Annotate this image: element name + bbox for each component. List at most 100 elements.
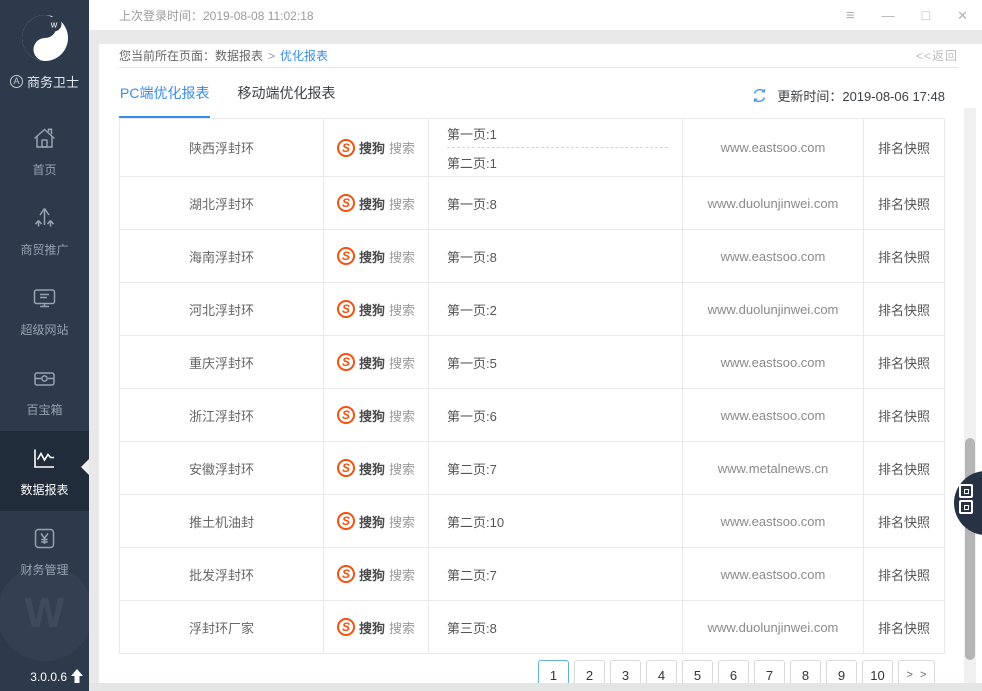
engine-name-light: 搜索 — [389, 302, 416, 318]
upgrade-arrow-icon[interactable] — [70, 669, 84, 684]
sogou-icon: S — [336, 459, 355, 477]
rank-page-cell: 第一页:8 — [429, 230, 683, 282]
snapshot-link[interactable]: 排名快照 — [878, 512, 930, 531]
rank-page-cell: 第二页:7 — [429, 442, 683, 494]
scrollbar-thumb[interactable] — [965, 438, 975, 660]
back-link[interactable]: <<返回 — [916, 47, 958, 64]
site-cell: www.eastsoo.com — [683, 495, 864, 547]
monitor-icon — [31, 285, 58, 312]
snapshot-cell: 排名快照 — [864, 119, 944, 176]
engine-cell: S 搜狗 搜索 — [324, 230, 429, 282]
tab-pc-report[interactable]: PC端优化报表 — [119, 69, 211, 118]
snapshot-link[interactable]: 排名快照 — [878, 300, 930, 319]
engine-cell: S 搜狗 搜索 — [324, 442, 429, 494]
engine-name-light: 搜索 — [389, 620, 416, 636]
snapshot-link[interactable]: 排名快照 — [878, 618, 930, 637]
engine-name-light: 搜索 — [389, 408, 416, 424]
engine-cell: S 搜狗 搜索 — [324, 548, 429, 600]
scrollbar-track[interactable] — [964, 108, 976, 683]
snapshot-cell: 排名快照 — [864, 177, 944, 229]
engine-name-light: 搜索 — [389, 461, 416, 477]
engine-name-bold: 搜狗 — [358, 141, 385, 156]
engine-name-bold: 搜狗 — [358, 461, 385, 477]
snapshot-link[interactable]: 排名快照 — [878, 406, 930, 425]
toolbox-icon — [31, 365, 58, 392]
sidebar-nav: 首页 商贸推广 超级网站 百宝箱数据报表财务管理 — [0, 111, 89, 591]
sidebar-item-reports[interactable]: 数据报表 — [0, 431, 89, 511]
engine-cell: S 搜狗 搜索 — [324, 601, 429, 653]
rank-page-line: 第一页:8 — [447, 196, 497, 212]
rank-page-cell: 第三页:8 — [429, 601, 683, 653]
keyword-cell: 浙江浮封环 — [120, 389, 324, 441]
qr-code-icon — [959, 484, 973, 516]
rank-page-line: 第二页:10 — [447, 514, 505, 530]
finance-icon — [31, 525, 58, 552]
sidebar-item-website[interactable]: 超级网站 — [0, 271, 89, 351]
sidebar: w A 商务卫士 首页 商贸推广 超级网站 百宝箱 数据报表 财务管理 W 3.0.0.6 — [0, 0, 89, 691]
table-row: 重庆浮封环 S 搜狗 搜索 第一页:5 www.eastsoo.com 排名快照 — [120, 336, 944, 389]
site-cell: www.duolunjinwei.com — [683, 283, 864, 335]
keyword-cell: 湖北浮封环 — [120, 177, 324, 229]
engine-name-bold: 搜狗 — [358, 620, 385, 636]
app-window: { "window": { "last_login": "上次登录时间：2019… — [0, 0, 982, 691]
keyword-cell: 批发浮封环 — [120, 548, 324, 600]
rank-page-line: 第二页:7 — [447, 567, 497, 583]
engine-name-bold: 搜狗 — [358, 567, 385, 583]
watermark-letter: W — [24, 589, 65, 636]
last-login-text: 上次登录时间：2019-08-08 11:02:18 — [119, 8, 314, 23]
site-cell: www.eastsoo.com — [683, 389, 864, 441]
keyword-cell: 安徽浮封环 — [120, 442, 324, 494]
sidebar-item-promote[interactable]: 商贸推广 — [0, 191, 89, 271]
update-time-label: 更新时间：2019-08-06 17:48 — [777, 89, 945, 104]
keyword-cell: 河北浮封环 — [120, 283, 324, 335]
bottom-strip — [89, 683, 982, 691]
rank-page-cell: 第一页:1 第二页:1 — [429, 119, 683, 176]
ranking-table: 陕西浮封环 S 搜狗 搜索 第一页:1 第二页:1 www.eastsoo.com 排名快照湖… — [119, 118, 945, 654]
snapshot-link[interactable]: 排名快照 — [878, 459, 930, 478]
maximize-icon[interactable]: □ — [922, 8, 930, 22]
minimize-icon[interactable]: — — [882, 9, 895, 22]
brand-name: 商务卫士 — [26, 75, 79, 90]
snapshot-cell: 排名快照 — [864, 283, 944, 335]
snapshot-cell: 排名快照 — [864, 601, 944, 653]
site-cell: www.eastsoo.com — [683, 548, 864, 600]
site-cell: www.eastsoo.com — [683, 230, 864, 282]
close-icon[interactable]: ✕ — [957, 9, 968, 22]
engine-cell: S 搜狗 搜索 — [324, 336, 429, 388]
tab-mobile-report[interactable]: 移动端优化报表 — [236, 69, 336, 118]
site-cell: www.duolunjinwei.com — [683, 601, 864, 653]
breadcrumb-prefix: 您当前所在页面： — [119, 49, 216, 63]
engine-cell: S 搜狗 搜索 — [324, 389, 429, 441]
sogou-icon: S — [336, 247, 355, 265]
update-time-box: 更新时间：2019-08-06 17:48 — [751, 86, 945, 118]
promote-icon — [31, 205, 58, 232]
rank-page-cell: 第一页:5 — [429, 336, 683, 388]
snapshot-link[interactable]: 排名快照 — [878, 138, 930, 157]
snapshot-cell: 排名快照 — [864, 230, 944, 282]
engine-cell: S 搜狗 搜索 — [324, 495, 429, 547]
rank-page-line: 第一页:2 — [447, 302, 497, 318]
keyword-cell: 陕西浮封环 — [120, 119, 324, 176]
menu-icon[interactable]: ≡ — [846, 8, 855, 23]
rank-page-line: 第一页:6 — [447, 408, 497, 424]
snapshot-link[interactable]: 排名快照 — [878, 194, 930, 213]
sidebar-item-label: 数据报表 — [20, 482, 69, 497]
breadcrumb-current[interactable]: 优化报表 — [280, 47, 328, 64]
rank-page-line: 第二页:7 — [447, 461, 497, 477]
refresh-icon[interactable] — [751, 87, 768, 104]
snapshot-link[interactable]: 排名快照 — [878, 353, 930, 372]
svg-text:w: w — [49, 20, 57, 30]
rank-page-cell: 第二页:7 — [429, 548, 683, 600]
sidebar-item-toolbox[interactable]: 百宝箱 — [0, 351, 89, 431]
sidebar-item-finance[interactable]: 财务管理 — [0, 511, 89, 591]
snapshot-link[interactable]: 排名快照 — [878, 565, 930, 584]
engine-name-bold: 搜狗 — [358, 355, 385, 371]
sidebar-item-label: 财务管理 — [20, 562, 69, 577]
breadcrumb-separator: > — [268, 48, 276, 63]
engine-name-bold: 搜狗 — [358, 196, 385, 212]
site-cell: www.duolunjinwei.com — [683, 177, 864, 229]
snapshot-link[interactable]: 排名快照 — [878, 247, 930, 266]
engine-name-light: 搜索 — [389, 355, 416, 371]
sidebar-item-home[interactable]: 首页 — [0, 111, 89, 191]
table-row: 批发浮封环 S 搜狗 搜索 第二页:7 www.eastsoo.com 排名快照 — [120, 548, 944, 601]
